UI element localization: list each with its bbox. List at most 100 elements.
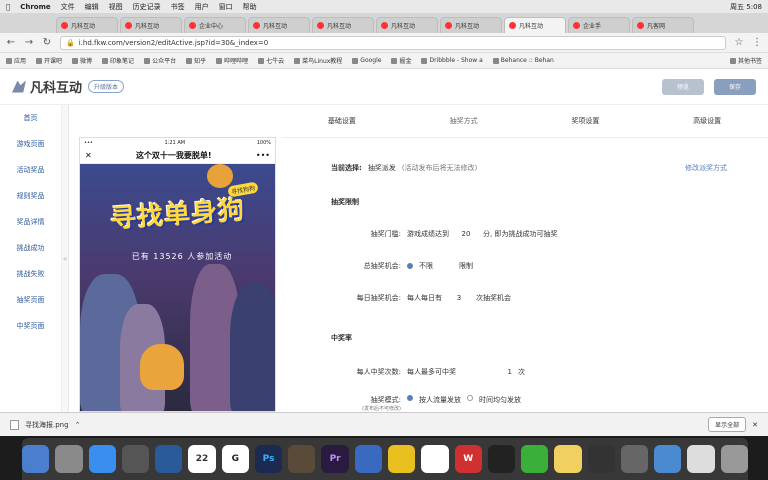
- menu-app-name[interactable]: Chrome: [20, 3, 50, 11]
- qq-icon[interactable]: [487, 445, 516, 473]
- bookmark-item[interactable]: Dribbble - Show a: [421, 57, 483, 64]
- tab-label: 企业中心: [199, 23, 224, 30]
- browser-tab[interactable]: 凡科互动: [440, 17, 502, 33]
- bookmark-item[interactable]: 菜鸟Linux教程: [294, 56, 342, 65]
- url-input[interactable]: 🔒 i.hd.fkw.com/version2/editActive.jsp?id…: [60, 35, 726, 50]
- premiere-icon[interactable]: Pr: [321, 445, 349, 473]
- unlimited-radio[interactable]: [407, 263, 413, 269]
- browser-tab[interactable]: 企业中心: [184, 17, 246, 33]
- tab-draw-method[interactable]: 抽奖方式: [403, 116, 525, 126]
- bookmark-item[interactable]: 七牛云: [258, 56, 284, 65]
- bookmark-item[interactable]: 掘金: [391, 56, 411, 65]
- app-icon[interactable]: [288, 445, 316, 473]
- wps-icon[interactable]: W: [454, 445, 482, 473]
- browser-tab[interactable]: 凡科互动: [376, 17, 438, 33]
- browser-tab[interactable]: 凡客网: [632, 17, 694, 33]
- menu-history[interactable]: 历史记录: [133, 2, 161, 12]
- tab-basic-settings[interactable]: 基础设置: [281, 116, 403, 126]
- sidebar-item-fail[interactable]: 挑战失败: [0, 261, 61, 287]
- sidebar-item-success[interactable]: 挑战成功: [0, 235, 61, 261]
- chevron-up-icon[interactable]: ⌃: [75, 421, 81, 429]
- close-icon[interactable]: ✕: [752, 421, 758, 429]
- threshold-input[interactable]: 20: [455, 230, 477, 238]
- keynote-icon[interactable]: [354, 445, 382, 473]
- upgrade-badge[interactable]: 升级版本: [88, 80, 125, 93]
- preview-button[interactable]: 预览: [662, 78, 704, 95]
- save-button[interactable]: 保存: [714, 78, 756, 95]
- browser-tab-active[interactable]: 凡科互动: [504, 17, 566, 33]
- photoshop-icon[interactable]: Ps: [254, 445, 283, 473]
- reload-icon[interactable]: ↻: [42, 37, 52, 48]
- clock[interactable]: 周五 5:08: [730, 2, 762, 12]
- menu-icon[interactable]: ⋮: [752, 37, 762, 48]
- menu-bookmarks[interactable]: 书签: [171, 2, 185, 12]
- menu-edit[interactable]: 编辑: [85, 2, 99, 12]
- change-method-link[interactable]: 修改派奖方式: [685, 163, 727, 173]
- threshold-text: 游戏成绩达到: [407, 230, 449, 238]
- forward-icon[interactable]: →: [24, 37, 34, 48]
- system-preferences-icon[interactable]: [121, 445, 150, 473]
- show-all-button[interactable]: 显示全部: [708, 417, 747, 432]
- google-icon[interactable]: G: [221, 445, 249, 473]
- bookmark-item[interactable]: 印象笔记: [102, 56, 134, 65]
- finder-icon[interactable]: [22, 445, 50, 473]
- launchpad-icon[interactable]: [55, 445, 83, 473]
- back-icon[interactable]: ←: [6, 37, 16, 48]
- menu-view[interactable]: 视图: [109, 2, 123, 12]
- close-icon[interactable]: ✕: [85, 151, 92, 160]
- apple-icon[interactable]: : [6, 3, 10, 11]
- more-icon[interactable]: •••: [256, 151, 270, 160]
- sidebar-item-draw[interactable]: 抽奖页面: [0, 287, 61, 313]
- activity-monitor-icon[interactable]: [587, 445, 615, 473]
- collapse-sidebar-button[interactable]: «: [62, 105, 69, 412]
- browser-tab[interactable]: 凡科互动: [248, 17, 310, 33]
- traffic-radio[interactable]: [407, 395, 413, 401]
- app-store-icon[interactable]: [88, 445, 116, 473]
- notes-icon[interactable]: [554, 445, 582, 473]
- bookmark-item[interactable]: 知乎: [186, 56, 206, 65]
- bookmark-item[interactable]: 哔哩哔哩: [216, 56, 248, 65]
- bookmark-item[interactable]: Google: [352, 57, 381, 64]
- bookmark-item[interactable]: 开课吧: [36, 56, 62, 65]
- quicktime-icon[interactable]: [687, 445, 715, 473]
- logo[interactable]: 凡科互动: [12, 77, 82, 96]
- bookmark-other[interactable]: 其他书签: [729, 56, 762, 65]
- trash-icon[interactable]: [720, 445, 748, 473]
- daily-input[interactable]: 3: [448, 294, 470, 302]
- app-icon[interactable]: [654, 445, 682, 473]
- sidebar-item-win[interactable]: 中奖页面: [0, 313, 61, 339]
- tab-advanced-settings[interactable]: 高级设置: [646, 116, 768, 126]
- menu-window[interactable]: 窗口: [219, 2, 233, 12]
- menu-user[interactable]: 用户: [195, 2, 209, 12]
- time-radio[interactable]: [467, 395, 473, 401]
- bookmark-item[interactable]: 微博: [72, 56, 92, 65]
- browser-tab[interactable]: 凡科互动: [120, 17, 182, 33]
- xcode-icon[interactable]: [155, 445, 183, 473]
- sidebar-item-game[interactable]: 游戏页面: [0, 131, 61, 157]
- bookmark-item[interactable]: 应用: [6, 56, 26, 65]
- menu-help[interactable]: 帮助: [243, 2, 257, 12]
- preview-icon[interactable]: [620, 445, 649, 473]
- browser-tab[interactable]: 企业手: [568, 17, 630, 33]
- browser-tab[interactable]: 凡科互动: [56, 17, 118, 33]
- tab-prize-settings[interactable]: 奖项设置: [525, 116, 647, 126]
- sidebar-item-prizes[interactable]: 活动奖品: [0, 157, 61, 183]
- download-filename[interactable]: 寻找海报.png: [25, 420, 69, 430]
- win-input[interactable]: 1: [462, 368, 512, 376]
- sidebar-item-prize-detail[interactable]: 奖品详情: [0, 209, 61, 235]
- calendar-icon[interactable]: 22: [188, 445, 216, 473]
- bookmark-label: 公众平台: [152, 58, 177, 65]
- bookmark-item[interactable]: Behance :: Behan: [492, 57, 554, 64]
- menu-file[interactable]: 文件: [61, 2, 75, 12]
- bookmark-item[interactable]: 公众平台: [144, 56, 176, 65]
- sidebar-item-home[interactable]: 首页: [0, 105, 61, 131]
- star-icon[interactable]: ☆: [734, 37, 744, 48]
- tab-label: 凡科互动: [327, 23, 352, 30]
- browser-tab[interactable]: 凡科互动: [312, 17, 374, 33]
- sidebar-item-rules[interactable]: 规则奖品: [0, 183, 61, 209]
- limited-label[interactable]: 限制: [459, 261, 473, 271]
- sidebar-item-more[interactable]: [0, 339, 61, 365]
- wechat-icon[interactable]: [521, 445, 549, 473]
- chrome-icon[interactable]: [421, 445, 449, 473]
- sketch-icon[interactable]: [388, 445, 416, 473]
